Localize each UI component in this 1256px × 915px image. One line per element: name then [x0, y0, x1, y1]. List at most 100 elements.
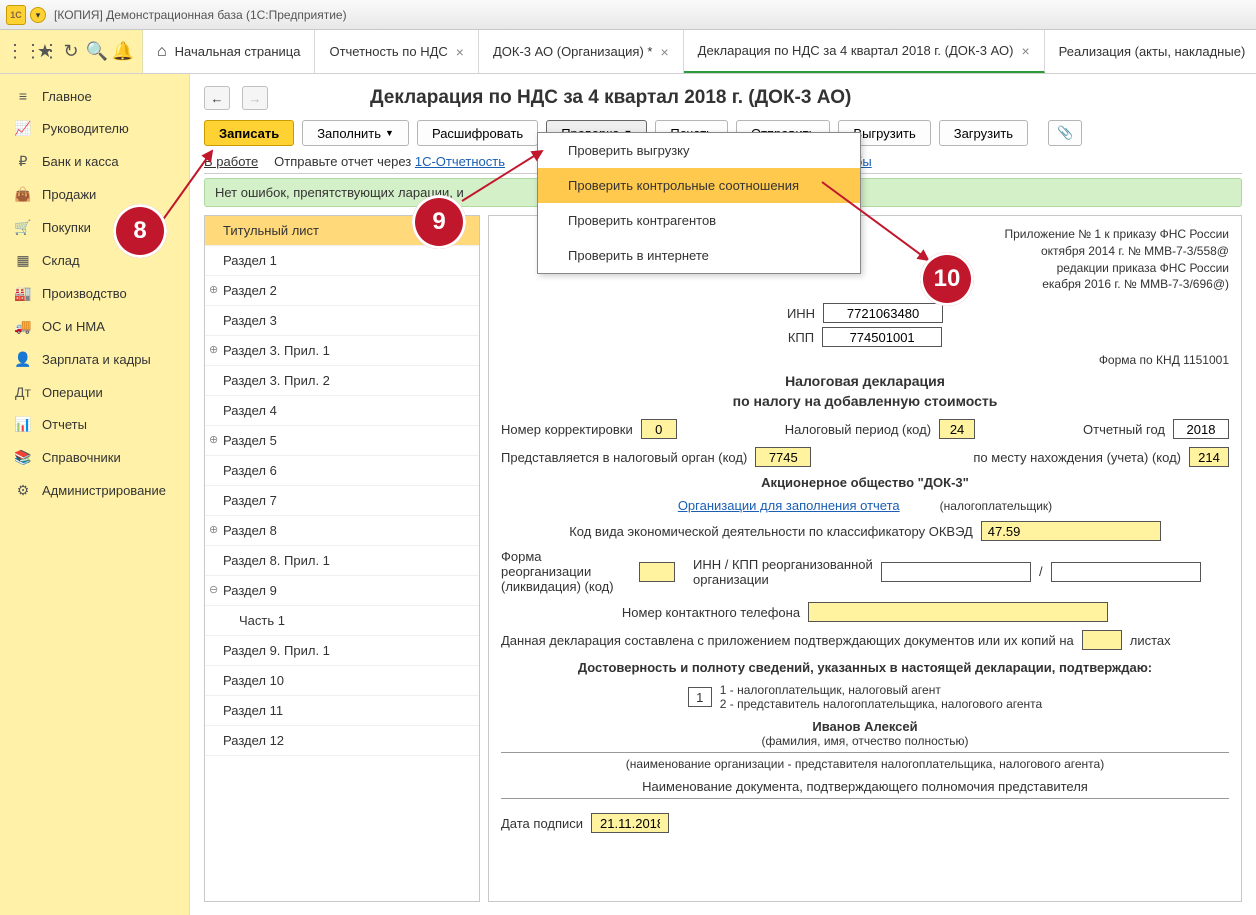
tree-label: Раздел 6 — [223, 463, 277, 478]
tree-item[interactable]: ⊕Раздел 5 — [205, 426, 479, 456]
tree-item[interactable]: Раздел 11 — [205, 696, 479, 726]
tab-home[interactable]: Начальная страница — [143, 30, 315, 73]
back-button[interactable]: ← — [204, 86, 230, 110]
send-link[interactable]: 1С-Отчетность — [415, 154, 505, 169]
expand-icon[interactable]: ⊕ — [209, 433, 218, 446]
menu-check-counterparties[interactable]: Проверить контрагентов — [538, 203, 860, 238]
favorite-icon[interactable]: ★ — [32, 41, 58, 62]
tree-label: Раздел 3. Прил. 2 — [223, 373, 330, 388]
tree-item[interactable]: Раздел 4 — [205, 396, 479, 426]
sidebar-item[interactable]: 📊 Отчеты — [0, 408, 189, 441]
bell-icon[interactable]: 🔔 — [110, 41, 136, 62]
tab-label: Реализация (акты, накладные) — [1059, 44, 1246, 59]
phone-row: Номер контактного телефона — [501, 602, 1229, 622]
inn-row: ИНН — [501, 303, 1229, 323]
tabs: Начальная страница Отчетность по НДС× ДО… — [143, 30, 1256, 73]
close-icon[interactable]: × — [456, 44, 464, 60]
import-button[interactable]: Загрузить — [939, 120, 1028, 146]
reorg-code-input[interactable] — [639, 562, 675, 582]
tree-item[interactable]: Раздел 6 — [205, 456, 479, 486]
date-input[interactable] — [591, 813, 669, 833]
sidebar-label: Покупки — [42, 220, 91, 235]
tree-item[interactable]: ⊕Раздел 8 — [205, 516, 479, 546]
kpp-input[interactable] — [822, 327, 942, 347]
window-title: [КОПИЯ] Демонстрационная база (1С:Предпр… — [54, 8, 347, 22]
sidebar-item[interactable]: 🏭Производство — [0, 277, 189, 310]
phone-input[interactable] — [808, 602, 1108, 622]
app-dropdown-icon[interactable]: ▾ — [30, 7, 46, 23]
tree-item[interactable]: Раздел 10 — [205, 666, 479, 696]
tab-declaration[interactable]: Декларация по НДС за 4 квартал 2018 г. (… — [684, 30, 1045, 73]
section-tree[interactable]: Титульный листРаздел 1⊕Раздел 2Раздел 3⊕… — [204, 215, 480, 902]
expand-icon[interactable]: ⊕ — [209, 523, 218, 536]
inn-input[interactable] — [823, 303, 943, 323]
forward-button[interactable]: → — [242, 86, 268, 110]
app-icon: 1C — [6, 5, 26, 25]
period-input[interactable] — [939, 419, 975, 439]
sidebar-item[interactable]: ₽Банк и касса — [0, 145, 189, 178]
expand-icon[interactable]: ⊖ — [209, 583, 218, 596]
history-icon[interactable]: ↻ — [58, 41, 84, 62]
close-icon[interactable]: × — [660, 44, 668, 60]
tree-item[interactable]: Раздел 12 — [205, 726, 479, 756]
sidebar-icon: ₽ — [14, 153, 32, 170]
tree-item[interactable]: ⊕Раздел 2 — [205, 276, 479, 306]
sidebar-item[interactable]: ▦Склад — [0, 244, 189, 277]
tab-label: Декларация по НДС за 4 квартал 2018 г. (… — [698, 43, 1014, 58]
tree-item[interactable]: Раздел 1 — [205, 246, 479, 276]
fill-button[interactable]: Заполнить▼ — [302, 120, 409, 146]
reorg-inn-input[interactable] — [881, 562, 1031, 582]
reorg-kpp-input[interactable] — [1051, 562, 1201, 582]
tree-item[interactable]: Раздел 7 — [205, 486, 479, 516]
sidebar-item[interactable]: 🚚ОС и НМА — [0, 310, 189, 343]
confirm-value[interactable]: 1 — [688, 687, 712, 707]
search-icon[interactable]: 🔍 — [84, 41, 110, 62]
tree-item[interactable]: Раздел 3 — [205, 306, 479, 336]
form-area: Приложение № 1 к приказу ФНС России октя… — [488, 215, 1242, 902]
correction-input[interactable] — [641, 419, 677, 439]
sidebar-item[interactable]: 📚Справочники — [0, 441, 189, 474]
tax-input[interactable] — [755, 447, 811, 467]
sidebar-item[interactable]: 📈Руководителю — [0, 112, 189, 145]
tree-label: Раздел 7 — [223, 493, 277, 508]
sidebar-item[interactable]: ≡Главное — [0, 80, 189, 112]
sidebar-label: Отчеты — [42, 417, 87, 432]
tree-label: Раздел 9 — [223, 583, 277, 598]
tab-org[interactable]: ДОК-3 АО (Организация) *× — [479, 30, 684, 73]
tab-sales[interactable]: Реализация (акты, накладные) — [1045, 30, 1256, 73]
sidebar-item[interactable]: 👤Зарплата и кадры — [0, 343, 189, 376]
sidebar-label: Справочники — [42, 450, 121, 465]
sidebar-icon: 📊 — [14, 416, 32, 433]
expand-icon[interactable]: ⊕ — [209, 283, 218, 296]
close-icon[interactable]: × — [1021, 43, 1029, 59]
sidebar-item[interactable]: ⚙Администрирование — [0, 474, 189, 507]
sidebar-label: Зарплата и кадры — [42, 352, 151, 367]
sidebar-label: Руководителю — [42, 121, 129, 136]
decode-button[interactable]: Расшифровать — [417, 120, 538, 146]
status-link[interactable]: В работе — [204, 154, 258, 169]
attach-button[interactable]: 📎 — [1048, 120, 1082, 146]
title-bar: 1C ▾ [КОПИЯ] Демонстрационная база (1С:П… — [0, 0, 1256, 30]
tree-item[interactable]: ⊖ Раздел 9 — [205, 576, 479, 606]
tree-item[interactable]: Часть 1 — [205, 606, 479, 636]
org-fill-link[interactable]: Организации для заполнения отчета — [678, 498, 900, 513]
place-input[interactable] — [1189, 447, 1229, 467]
rep-label: (наименование организации - представител… — [501, 757, 1229, 771]
menu-check-online[interactable]: Проверить в интернете — [538, 238, 860, 273]
sidebar-item[interactable]: 👜Продажи — [0, 178, 189, 211]
tree-item[interactable]: Раздел 8. Прил. 1 — [205, 546, 479, 576]
save-button[interactable]: Записать — [204, 120, 294, 146]
apps-icon[interactable]: ⋮⋮⋮ — [6, 41, 32, 62]
menu-check-ratios[interactable]: Проверить контрольные соотношения — [538, 168, 860, 203]
menu-check-export[interactable]: Проверить выгрузку — [538, 133, 860, 168]
tree-item[interactable]: Раздел 3. Прил. 2 — [205, 366, 479, 396]
sheets-input[interactable] — [1082, 630, 1122, 650]
tree-item[interactable]: ⊕Раздел 3. Прил. 1 — [205, 336, 479, 366]
tab-vat-report[interactable]: Отчетность по НДС× — [315, 30, 479, 73]
sidebar-item[interactable]: ДтОперации — [0, 376, 189, 408]
okved-input[interactable] — [981, 521, 1161, 541]
tree-item[interactable]: Раздел 9. Прил. 1 — [205, 636, 479, 666]
expand-icon[interactable]: ⊕ — [209, 343, 218, 356]
docs-row: Данная декларация составлена с приложени… — [501, 630, 1229, 650]
year-input[interactable] — [1173, 419, 1229, 439]
